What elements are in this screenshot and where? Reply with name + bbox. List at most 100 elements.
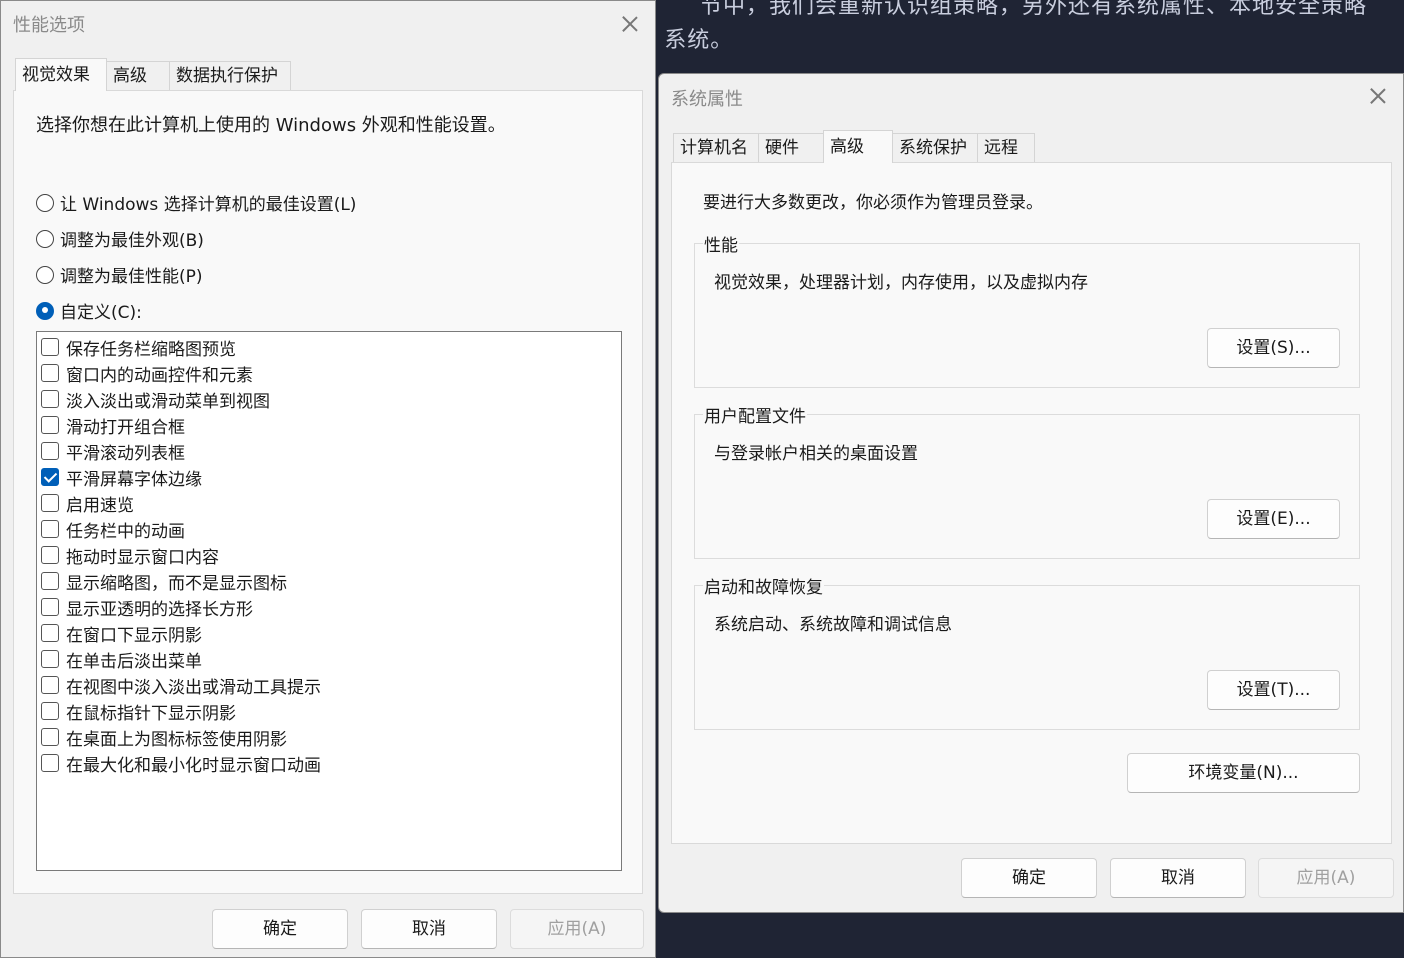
checkbox[interactable] xyxy=(41,572,59,590)
radio-let-windows-choose[interactable]: 让 Windows 选择计算机的最佳设置(L) xyxy=(36,190,356,215)
option-icon-label-shadows[interactable]: 在桌面上为图标标签使用阴影 xyxy=(41,724,287,750)
option-taskbar-animations[interactable]: 任务栏中的动画 xyxy=(41,516,185,542)
option-show-thumbnails[interactable]: 显示缩略图，而不是显示图标 xyxy=(41,568,287,594)
radio-best-performance[interactable]: 调整为最佳性能(P) xyxy=(36,262,203,287)
checkbox[interactable] xyxy=(41,650,59,668)
option-smooth-font-edges[interactable]: 平滑屏幕字体边缘 xyxy=(41,464,202,490)
option-label: 平滑滚动列表框 xyxy=(66,443,185,464)
checkbox[interactable] xyxy=(41,624,59,642)
background-text-line-2: s 系统。 xyxy=(644,28,734,53)
radio-label: 自定义(C): xyxy=(60,303,142,323)
startup-recovery-group: 启动和故障恢复 系统启动、系统故障和调试信息 设置(T)... xyxy=(694,573,1360,730)
checkbox[interactable] xyxy=(41,546,59,564)
checkbox[interactable] xyxy=(41,676,59,694)
environment-variables-button[interactable]: 环境变量(N)... xyxy=(1127,753,1360,793)
option-label: 保存任务栏缩略图预览 xyxy=(66,339,236,360)
close-icon[interactable] xyxy=(1367,85,1389,107)
cancel-button[interactable]: 取消 xyxy=(1110,858,1246,898)
performance-options-window: 性能选项 视觉效果 高级 数据执行保护 选择你想在此计算机上使用的 Window… xyxy=(0,0,656,958)
tab-data-execution-prevention[interactable]: 数据执行保护 xyxy=(169,61,291,91)
tab-hardware[interactable]: 硬件 xyxy=(758,133,824,163)
ok-button[interactable]: 确定 xyxy=(961,858,1097,898)
option-label: 在最大化和最小化时显示窗口动画 xyxy=(66,755,321,776)
tab-system-protection[interactable]: 系统保护 xyxy=(892,133,978,163)
radio-label: 调整为最佳外观(B) xyxy=(60,231,204,251)
user-profiles-group: 用户配置文件 与登录帐户相关的桌面设置 设置(E)... xyxy=(694,402,1360,559)
tab-visual-effects[interactable]: 视觉效果 xyxy=(15,58,107,91)
window-title: 性能选项 xyxy=(13,15,85,36)
performance-settings-button[interactable]: 设置(S)... xyxy=(1207,328,1340,368)
option-animate-min-max[interactable]: 在最大化和最小化时显示窗口动画 xyxy=(41,750,321,776)
checkbox[interactable] xyxy=(41,416,59,434)
option-fade-slide-tooltips[interactable]: 在视图中淡入淡出或滑动工具提示 xyxy=(41,672,321,698)
option-slide-combo-boxes[interactable]: 滑动打开组合框 xyxy=(41,412,185,438)
option-label: 在视图中淡入淡出或滑动工具提示 xyxy=(66,677,321,698)
option-label: 任务栏中的动画 xyxy=(66,521,185,542)
group-description: 与登录帐户相关的桌面设置 xyxy=(714,444,918,464)
group-description: 视觉效果，处理器计划，内存使用，以及虚拟内存 xyxy=(714,273,1088,293)
description-text: 选择你想在此计算机上使用的 Windows 外观和性能设置。 xyxy=(36,115,506,136)
group-description: 系统启动、系统故障和调试信息 xyxy=(714,615,952,635)
checkbox[interactable] xyxy=(41,702,59,720)
checkbox[interactable] xyxy=(41,364,59,382)
option-fade-menus-after-click[interactable]: 在单击后淡出菜单 xyxy=(41,646,202,672)
option-fade-slide-menus[interactable]: 淡入淡出或滑动菜单到视图 xyxy=(41,386,270,412)
option-taskbar-thumbnail-preview[interactable]: 保存任务栏缩略图预览 xyxy=(41,334,236,360)
tab-strip: 视觉效果 高级 数据执行保护 xyxy=(15,58,291,91)
title-bar: 系统属性 xyxy=(659,74,1403,118)
option-label: 启用速览 xyxy=(66,495,134,516)
advanced-panel: 要进行大多数更改，你必须作为管理员登录。 性能 视觉效果，处理器计划，内存使用，… xyxy=(671,162,1392,844)
tab-computer-name[interactable]: 计算机名 xyxy=(673,133,759,163)
radio-button[interactable] xyxy=(36,265,54,284)
option-animate-controls[interactable]: 窗口内的动画控件和元素 xyxy=(41,360,253,386)
group-title: 性能 xyxy=(703,231,739,256)
ok-button[interactable]: 确定 xyxy=(212,909,348,949)
option-smooth-scroll-list[interactable]: 平滑滚动列表框 xyxy=(41,438,185,464)
radio-label: 让 Windows 选择计算机的最佳设置(L) xyxy=(60,195,357,215)
option-window-shadows[interactable]: 在窗口下显示阴影 xyxy=(41,620,202,646)
option-mouse-pointer-shadow[interactable]: 在鼠标指针下显示阴影 xyxy=(41,698,236,724)
radio-button[interactable] xyxy=(36,229,54,248)
title-bar: 性能选项 xyxy=(1,1,655,45)
option-label: 在单击后淡出菜单 xyxy=(66,651,202,672)
option-label: 窗口内的动画控件和元素 xyxy=(66,365,253,386)
checkbox[interactable] xyxy=(41,754,59,772)
cancel-button[interactable]: 取消 xyxy=(361,909,497,949)
checkbox[interactable] xyxy=(41,728,59,746)
radio-button[interactable] xyxy=(36,193,54,212)
group-title: 用户配置文件 xyxy=(703,402,807,427)
tab-remote[interactable]: 远程 xyxy=(977,133,1035,163)
apply-button: 应用(A) xyxy=(1258,858,1394,898)
tab-advanced[interactable]: 高级 xyxy=(106,61,170,91)
option-label: 在桌面上为图标标签使用阴影 xyxy=(66,729,287,750)
user-profiles-settings-button[interactable]: 设置(E)... xyxy=(1207,499,1340,539)
checkbox[interactable] xyxy=(41,520,59,538)
checkbox[interactable] xyxy=(41,390,59,408)
close-icon[interactable] xyxy=(619,13,641,35)
group-title: 启动和故障恢复 xyxy=(703,573,824,598)
option-translucent-selection[interactable]: 显示亚透明的选择长方形 xyxy=(41,594,253,620)
radio-label: 调整为最佳性能(P) xyxy=(60,267,203,287)
radio-button[interactable] xyxy=(36,301,54,320)
option-label: 淡入淡出或滑动菜单到视图 xyxy=(66,391,270,412)
radio-best-appearance[interactable]: 调整为最佳外观(B) xyxy=(36,226,204,251)
option-label: 显示缩略图，而不是显示图标 xyxy=(66,573,287,594)
option-enable-peek[interactable]: 启用速览 xyxy=(41,490,134,516)
startup-recovery-settings-button[interactable]: 设置(T)... xyxy=(1207,670,1340,710)
admin-note: 要进行大多数更改，你必须作为管理员登录。 xyxy=(703,193,1043,213)
background-text-line-1: 节中，我们会重新认识组策略，另外还有系统属性、本地安全策略 xyxy=(700,0,1368,19)
checkbox[interactable] xyxy=(41,442,59,460)
option-label: 在窗口下显示阴影 xyxy=(66,625,202,646)
visual-effects-panel: 选择你想在此计算机上使用的 Windows 外观和性能设置。 让 Windows… xyxy=(13,90,643,894)
tab-advanced[interactable]: 高级 xyxy=(823,130,893,163)
checkbox[interactable] xyxy=(41,338,59,356)
radio-custom[interactable]: 自定义(C): xyxy=(36,298,142,323)
checkbox[interactable] xyxy=(41,494,59,512)
option-label: 在鼠标指针下显示阴影 xyxy=(66,703,236,724)
checkbox[interactable] xyxy=(41,468,59,486)
apply-button: 应用(A) xyxy=(510,909,644,949)
window-title: 系统属性 xyxy=(671,89,743,110)
checkbox[interactable] xyxy=(41,598,59,616)
visual-effects-checklist[interactable]: 保存任务栏缩略图预览 窗口内的动画控件和元素 淡入淡出或滑动菜单到视图 滑动打开… xyxy=(36,331,622,871)
option-show-window-contents-drag[interactable]: 拖动时显示窗口内容 xyxy=(41,542,219,568)
